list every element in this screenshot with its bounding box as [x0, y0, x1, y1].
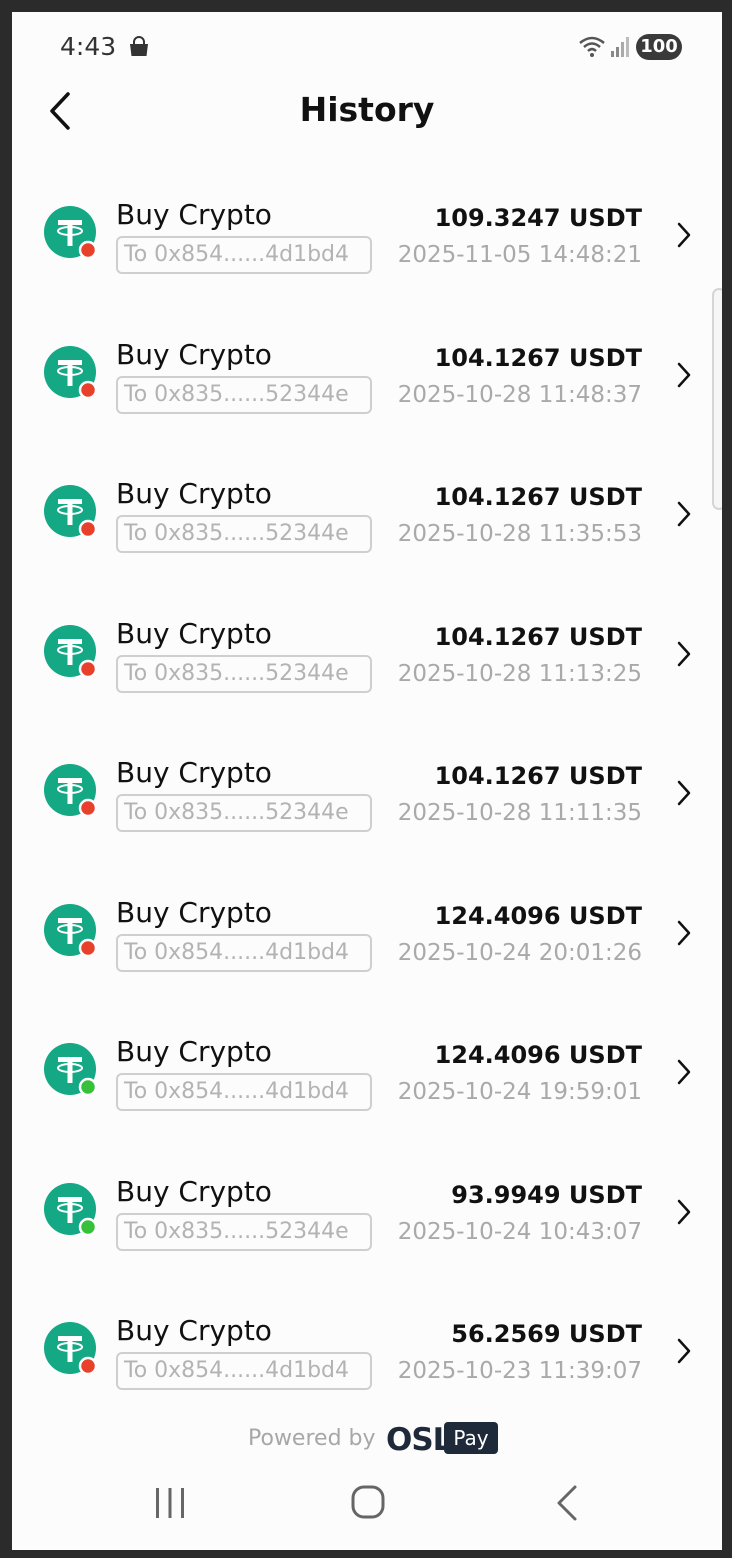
- transaction-date: 2025-10-24 20:01:26: [397, 939, 642, 966]
- transaction-row[interactable]: Buy Crypto To 0x835......52344e 104.1267…: [12, 322, 722, 462]
- transaction-row[interactable]: Buy Crypto To 0x835......52344e 104.1267…: [12, 601, 722, 741]
- home-icon[interactable]: [350, 1484, 386, 1520]
- transaction-row[interactable]: Buy Crypto To 0x835......52344e 104.1267…: [12, 461, 722, 601]
- transaction-date: 2025-10-24 10:43:07: [397, 1218, 642, 1245]
- transaction-title: Buy Crypto: [116, 337, 272, 371]
- tether-coin-icon: [44, 485, 98, 539]
- transaction-amount: 104.1267 USDT: [434, 622, 642, 651]
- transaction-address: To 0x854......4d1bd4: [116, 933, 372, 972]
- transaction-address: To 0x835......52344e: [116, 375, 372, 414]
- tether-coin-icon: [44, 206, 98, 260]
- signal-icon: [611, 37, 629, 57]
- transaction-row[interactable]: Buy Crypto To 0x854......4d1bd4 56.2569 …: [12, 1298, 722, 1438]
- transaction-date: 2025-11-05 14:48:21: [397, 242, 642, 268]
- status-dot-icon: [78, 798, 98, 818]
- chevron-right-icon[interactable]: [674, 499, 694, 529]
- chevron-right-icon[interactable]: [674, 918, 694, 948]
- transaction-list: Buy Crypto To 0x854......4d1bd4 109.3247…: [12, 182, 722, 1438]
- transaction-amount: 124.4096 USDT: [434, 901, 642, 930]
- transaction-title: Buy Crypto: [116, 477, 272, 510]
- transaction-title: Buy Crypto: [116, 756, 272, 789]
- scrollbar-thumb[interactable]: [712, 288, 722, 510]
- chevron-right-icon[interactable]: [674, 778, 694, 808]
- tether-coin-icon: [44, 1182, 98, 1236]
- chevron-right-icon[interactable]: [674, 639, 694, 669]
- transaction-date: 2025-10-28 11:48:37: [397, 381, 642, 408]
- chevron-right-icon[interactable]: [674, 220, 694, 250]
- transaction-date: 2025-10-28 11:35:53: [397, 521, 642, 547]
- status-dot-icon: [78, 659, 98, 678]
- transaction-date: 2025-10-28 11:13:25: [397, 660, 642, 687]
- transaction-title: Buy Crypto: [116, 895, 272, 929]
- tether-coin-icon: [44, 903, 98, 957]
- tether-coin-icon: [44, 624, 98, 678]
- chevron-right-icon[interactable]: [674, 360, 694, 390]
- transaction-amount: 104.1267 USDT: [434, 343, 642, 372]
- battery-indicator: 100: [636, 34, 682, 60]
- transaction-title: Buy Crypto: [116, 1174, 272, 1208]
- transaction-address: To 0x835......52344e: [116, 654, 372, 693]
- transaction-amount: 104.1267 USDT: [434, 483, 642, 511]
- status-dot-icon: [78, 519, 98, 539]
- powered-by-label: Powered by: [248, 1426, 376, 1451]
- back-icon[interactable]: [554, 1484, 580, 1522]
- status-dot-icon: [78, 380, 98, 399]
- transaction-row[interactable]: Buy Crypto To 0x854......4d1bd4 109.3247…: [12, 182, 722, 322]
- transaction-amount: 109.3247 USDT: [434, 204, 642, 232]
- transaction-title: Buy Crypto: [116, 1035, 272, 1068]
- status-dot-icon: [78, 240, 98, 260]
- transaction-address: To 0x854......4d1bd4: [116, 236, 372, 274]
- shopping-bag-icon: [130, 36, 148, 56]
- status-dot-icon: [78, 1077, 98, 1097]
- transaction-amount: 104.1267 USDT: [434, 762, 642, 790]
- wifi-icon: [579, 36, 605, 57]
- chevron-right-icon[interactable]: [674, 1336, 694, 1366]
- tether-coin-icon: [44, 1322, 98, 1376]
- status-dot-icon: [78, 1356, 98, 1376]
- transaction-date: 2025-10-28 11:11:35: [397, 800, 642, 826]
- recents-icon[interactable]: [152, 1486, 188, 1520]
- status-time: 4:43: [60, 32, 117, 61]
- transaction-row[interactable]: Buy Crypto To 0x835......52344e 93.9949 …: [12, 1159, 722, 1299]
- transaction-date: 2025-10-23 11:39:07: [397, 1358, 642, 1384]
- pay-badge: Pay: [444, 1422, 498, 1454]
- transaction-date: 2025-10-24 19:59:01: [397, 1079, 642, 1105]
- transaction-amount: 56.2569 USDT: [451, 1320, 642, 1348]
- transaction-address: To 0x854......4d1bd4: [116, 1073, 372, 1111]
- chevron-right-icon[interactable]: [674, 1197, 694, 1227]
- transaction-amount: 124.4096 USDT: [434, 1041, 642, 1069]
- chevron-right-icon[interactable]: [674, 1057, 694, 1087]
- transaction-title: Buy Crypto: [116, 198, 272, 231]
- transaction-address: To 0x854......4d1bd4: [116, 1352, 372, 1390]
- transaction-address: To 0x835......52344e: [116, 794, 372, 832]
- transaction-title: Buy Crypto: [116, 616, 272, 650]
- page-title: History: [299, 90, 435, 129]
- transaction-row[interactable]: Buy Crypto To 0x854......4d1bd4 124.4096…: [12, 1019, 722, 1159]
- transaction-address: To 0x835......52344e: [116, 1212, 372, 1251]
- status-bar: 4:43 100: [12, 12, 722, 84]
- transaction-title: Buy Crypto: [116, 1314, 272, 1347]
- status-dot-icon: [78, 1217, 98, 1236]
- transaction-row[interactable]: Buy Crypto To 0x854......4d1bd4 124.4096…: [12, 880, 722, 1020]
- screen: 4:43 100 History Buy Crypto To 0x854....…: [12, 12, 722, 1550]
- tether-coin-icon: [44, 345, 98, 399]
- transaction-amount: 93.9949 USDT: [451, 1180, 642, 1209]
- tether-coin-icon: [44, 1043, 98, 1097]
- status-dot-icon: [78, 938, 98, 957]
- osl-logo: OSL: [386, 1422, 452, 1458]
- transaction-row[interactable]: Buy Crypto To 0x835......52344e 104.1267…: [12, 740, 722, 880]
- transaction-address: To 0x835......52344e: [116, 515, 372, 553]
- system-nav-bar: [12, 1472, 722, 1532]
- tether-coin-icon: [44, 764, 98, 818]
